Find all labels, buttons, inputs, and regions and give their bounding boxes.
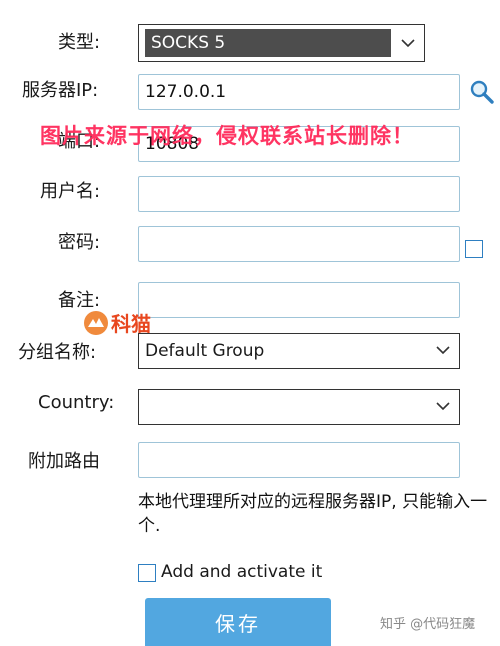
add-activate-checkbox[interactable] bbox=[138, 564, 156, 582]
cat-logo-icon bbox=[84, 310, 108, 335]
search-button[interactable] bbox=[466, 74, 498, 110]
save-button[interactable]: 保存 bbox=[145, 598, 331, 646]
password-input[interactable] bbox=[138, 226, 460, 262]
password-label: 密码: bbox=[58, 232, 101, 253]
extra-route-input[interactable] bbox=[138, 442, 460, 478]
watermark-notice: 图片来源于网络，侵权联系站长删除！ bbox=[40, 124, 414, 148]
chevron-down-icon bbox=[401, 39, 415, 48]
search-icon bbox=[470, 80, 494, 104]
group-selected-value: Default Group bbox=[145, 341, 265, 361]
chevron-down-icon bbox=[436, 402, 450, 411]
username-input[interactable] bbox=[138, 176, 460, 212]
server-ip-input[interactable]: 127.0.0.1 bbox=[138, 74, 460, 110]
group-label: 分组名称: bbox=[18, 342, 97, 363]
route-description: 本地代理理所对应的远程服务器IP, 只能输入一个. bbox=[138, 492, 488, 536]
country-select[interactable] bbox=[138, 389, 460, 425]
group-select[interactable]: Default Group bbox=[138, 333, 460, 369]
type-selected-value: SOCKS 5 bbox=[145, 29, 391, 57]
username-label: 用户名: bbox=[40, 181, 101, 202]
remark-input[interactable] bbox=[138, 282, 460, 318]
type-select[interactable]: SOCKS 5 bbox=[138, 24, 425, 62]
country-label: Country: bbox=[38, 392, 115, 413]
type-label: 类型: bbox=[58, 32, 101, 53]
show-password-checkbox[interactable] bbox=[465, 240, 483, 258]
extra-route-label: 附加路由 bbox=[28, 451, 100, 472]
server-ip-label: 服务器IP: bbox=[22, 80, 99, 101]
add-activate-label: Add and activate it bbox=[161, 562, 323, 582]
chevron-down-icon bbox=[436, 346, 450, 355]
credit-watermark: 知乎 @代码狂魔 bbox=[380, 617, 476, 632]
